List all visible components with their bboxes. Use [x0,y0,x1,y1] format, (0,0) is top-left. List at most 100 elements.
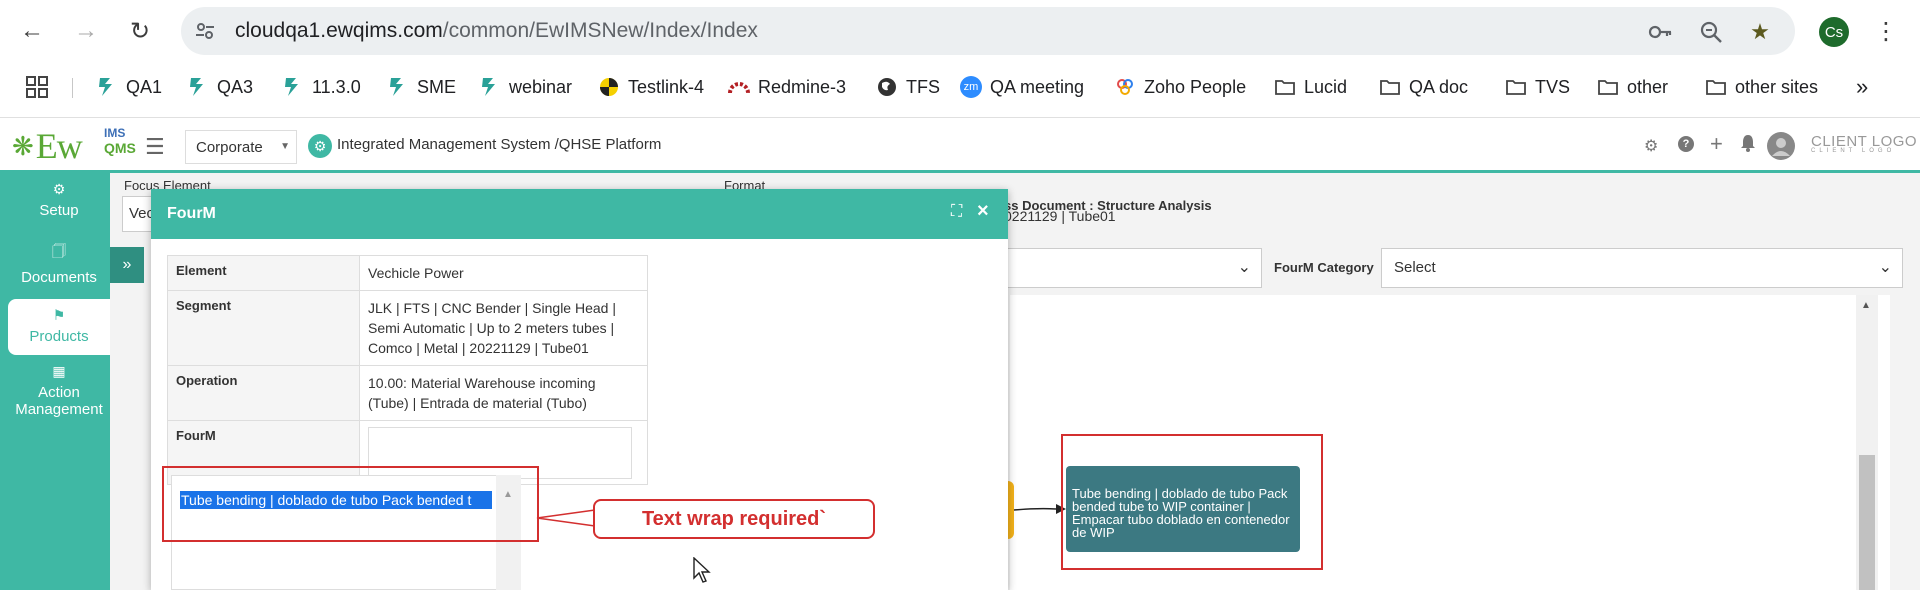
bookmark-testlink-4[interactable]: Testlink-4 [598,74,704,100]
fourm-category-select[interactable]: Select ⌄ [1381,248,1903,288]
url-text[interactable]: cloudqa1.ewqims.com/common/EwIMSNew/Inde… [235,19,758,43]
element-value: Vechicle Power [359,255,648,291]
browser-chrome: ← → ↻ cloudqa1.ewqims.com/common/EwIMSNe… [0,0,1920,118]
folder-icon [1706,80,1726,95]
process-document-subtitle: 0221129 | Tube01 [1004,208,1116,224]
table-row: Operation 10.00: Material Warehouse inco… [167,365,648,421]
mouse-cursor-icon [693,557,711,583]
bookmark-sme[interactable]: SME [387,74,456,100]
corporate-select[interactable]: Corporate ▼ [185,130,297,164]
products-icon: ⚑ [52,307,66,323]
bookmark-11-3-0[interactable]: 11.3.0 [282,74,361,100]
close-icon[interactable]: × [977,200,989,223]
caret-down-icon: ▼ [280,141,290,152]
ewqims-icon [99,78,112,96]
platform-title: Integrated Management System /QHSE Platf… [337,136,662,153]
text-wrap-callout: Text wrap required` [593,499,875,539]
hamburger-menu-icon[interactable]: ☰ [145,134,165,160]
address-bar[interactable]: cloudqa1.ewqims.com/common/EwIMSNew/Inde… [181,7,1795,55]
bookmark-qa3[interactable]: QA3 [187,74,253,100]
sidebar-item-products[interactable]: ⚑ Products [8,299,110,355]
bookmark-redmine-3[interactable]: Redmine-3 [728,74,846,100]
sidebar-item-action-management[interactable]: ▦ Action Management [8,363,110,423]
canvas-scroll-thumb[interactable] [1859,455,1875,590]
callout-pointer [536,509,596,527]
chevron-down-icon: ⌄ [1237,259,1251,276]
bookmark-qa-doc[interactable]: QA doc [1379,74,1468,100]
help-icon[interactable]: ? [1678,136,1694,152]
bookmark-tfs[interactable]: TFS [876,74,940,100]
testlink-icon [600,78,618,96]
table-row: Element Vechicle Power [167,255,648,291]
annotation-box-node [1061,434,1323,570]
ewqims-icon [285,78,298,96]
sidebar-item-setup[interactable]: ⚙ Setup [8,181,110,231]
folder-icon [1380,80,1400,95]
bookmark-other-sites[interactable]: other sites [1705,74,1818,100]
key-icon[interactable] [1647,19,1673,45]
fourm-category-label: FourM Category [1274,260,1374,275]
forward-arrow-icon[interactable]: → [68,13,104,49]
bookmark-qa1[interactable]: QA1 [96,74,162,100]
sidebar: ⚙ Setup 🗍 Documents ⚑ Products ▦ Action … [0,173,110,590]
annotation-box-editor [162,466,539,542]
chevron-down-icon: ⌄ [1878,259,1892,276]
segment-value: JLK | FTS | CNC Bender | Single Head | S… [359,290,648,366]
apps-grid-icon[interactable] [26,74,48,100]
user-avatar[interactable] [1767,132,1795,160]
operation-value: 10.00: Material Warehouse incoming (Tube… [359,365,648,421]
fullscreen-icon[interactable]: ⛶ [951,203,962,221]
gear-badge-icon: ⚙ [308,134,332,158]
more-bookmarks-icon[interactable]: » [1856,74,1868,100]
globe-icon [878,78,896,96]
bookmark-zoho-people[interactable]: Zoho People [1114,74,1246,100]
scroll-up-icon[interactable]: ▲ [1861,300,1871,311]
client-logo: CLIENT LOGO CLIENT LOGO [1811,133,1918,154]
url-host: cloudqa1.ewqims.com [235,19,443,42]
element-key: Element [167,255,360,291]
table-row: Segment JLK | FTS | CNC Bender | Single … [167,290,648,366]
zoom-meeting-icon: zm [960,76,982,98]
url-path: /common/EwIMSNew/Index/Index [442,19,758,42]
app-logo[interactable]: ❋ Ew IMS QMS [12,126,136,166]
logo-star-icon: ❋ [12,130,34,161]
bookmark-lucid[interactable]: Lucid [1274,74,1347,100]
background-select[interactable]: ⌄ [1000,248,1262,288]
back-arrow-icon[interactable]: ← [14,13,50,49]
reload-icon[interactable]: ↻ [122,13,158,49]
ewqims-icon [190,78,203,96]
zoho-people-icon [1117,79,1133,95]
modal-title: FourM [167,205,216,222]
folder-icon [1275,80,1295,95]
zoom-icon[interactable] [1698,19,1724,45]
building-icon: ▦ [52,363,66,379]
settings-gear-icon[interactable]: ⚙ [1644,136,1658,156]
sidebar-item-documents[interactable]: 🗍 Documents [8,241,110,293]
browser-menu-icon[interactable]: ⋮ [1874,13,1898,49]
bookmark-qa-meeting[interactable]: zm QA meeting [960,74,1084,100]
bookmark-webinar[interactable]: webinar [479,74,572,100]
cogs-icon: ⚙ [52,181,66,197]
bookmark-separator [72,78,73,98]
site-settings-icon[interactable] [193,19,217,43]
fourm-info-table: Element Vechicle Power Segment JLK | FTS… [167,255,648,485]
bookmark-other[interactable]: other [1597,74,1668,100]
bookmark-star-icon[interactable]: ★ [1747,19,1773,45]
bookmark-tvs[interactable]: TVS [1505,74,1570,100]
ewqims-icon [482,78,495,96]
modal-header: FourM ⛶ × [151,189,1008,239]
profile-avatar[interactable]: Cs [1819,17,1849,47]
add-icon[interactable]: + [1710,131,1723,157]
document-icon: 🗍 [52,243,66,259]
expand-panel-icon[interactable]: » [110,247,144,283]
segment-key: Segment [167,290,360,366]
bookmarks-bar: QA1 QA3 11.3.0 SME webinar Testlink-4 Re… [0,68,1920,106]
ewqims-icon [390,78,403,96]
folder-icon [1506,80,1526,95]
folder-icon [1598,80,1618,95]
redmine-icon [728,82,750,94]
bell-icon[interactable] [1740,134,1756,157]
app-header: ❋ Ew IMS QMS ☰ Corporate ▼ ⚙ Integrated M… [0,118,1920,173]
operation-key: Operation [167,365,360,421]
connector-arrow [1013,504,1066,514]
